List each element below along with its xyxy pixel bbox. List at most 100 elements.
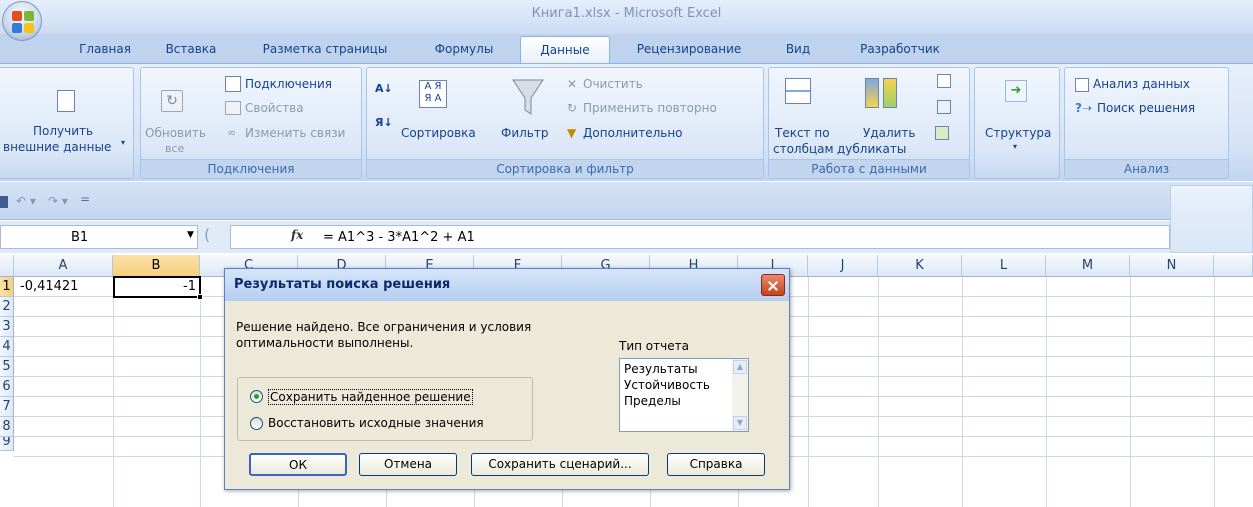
tab-insert[interactable]: Вставка: [154, 36, 228, 64]
outline-dropdown-icon: ▾: [1013, 142, 1018, 151]
report-item-results[interactable]: Результаты: [624, 362, 698, 376]
document-icon: [57, 90, 75, 112]
close-icon[interactable]: [761, 274, 785, 296]
connections-button[interactable]: Подключения: [245, 77, 332, 91]
scroll-down-icon[interactable]: ▼: [733, 416, 747, 430]
data-analysis-icon: [1075, 78, 1089, 92]
text-to-columns-icon: [785, 78, 811, 104]
restore-values-label[interactable]: Восстановить исходные значения: [268, 416, 484, 430]
report-type-list[interactable]: Результаты Устойчивость Пределы ▲ ▼: [619, 358, 749, 432]
save-scenario-button[interactable]: Сохранить сценарий...: [471, 453, 649, 476]
group-data-tools: Текст по столбцам Удалить дубликаты Рабо…: [768, 67, 970, 179]
sort-descending-icon[interactable]: Я↓: [375, 116, 393, 129]
grid-line: [962, 277, 963, 507]
sort-ascending-icon[interactable]: А↓: [375, 82, 393, 95]
remove-duplicates-line1[interactable]: Удалить: [863, 126, 916, 140]
report-list-scrollbar[interactable]: ▲ ▼: [732, 359, 748, 431]
consolidate-icon[interactable]: [937, 100, 951, 114]
report-item-sensitivity[interactable]: Устойчивость: [624, 378, 710, 392]
text-to-columns-line2[interactable]: столбцам: [773, 142, 834, 156]
reapply-icon: ↻: [567, 101, 578, 115]
tab-page-layout[interactable]: Разметка страницы: [250, 36, 400, 64]
group-label-connections: Подключения: [141, 159, 361, 178]
column-header-j[interactable]: J: [808, 255, 878, 277]
ok-button[interactable]: ОК: [249, 453, 347, 476]
column-header-k[interactable]: K: [878, 255, 962, 277]
remove-duplicates-line2[interactable]: дубликаты: [837, 142, 906, 156]
name-box-value: B1: [71, 230, 89, 245]
active-cell-b1[interactable]: -1: [113, 276, 203, 300]
row-header-7[interactable]: 7: [0, 397, 14, 417]
row-header-6[interactable]: 6: [0, 377, 14, 397]
data-validation-icon[interactable]: [937, 74, 951, 88]
tab-review[interactable]: Рецензирование: [624, 36, 754, 64]
get-external-data-line2[interactable]: внешние данные: [3, 140, 111, 154]
solver-button[interactable]: Поиск решения: [1097, 101, 1195, 115]
fill-handle[interactable]: [197, 294, 203, 300]
clear-button[interactable]: Очистить: [583, 77, 643, 91]
refresh-icon: ↻: [161, 90, 183, 112]
save-icon[interactable]: [0, 196, 8, 208]
ribbon: Получить внешние данные ▾ ↻ Обновить все…: [0, 63, 1253, 181]
tab-home[interactable]: Главная: [64, 36, 146, 64]
cancel-button[interactable]: Отмена: [359, 453, 457, 476]
remove-duplicates-icon-right: [883, 78, 897, 108]
what-if-analysis-icon[interactable]: [935, 126, 949, 140]
help-button[interactable]: Справка: [667, 453, 765, 476]
dialog-title-bar[interactable]: Результаты поиска решения: [225, 269, 789, 301]
grid-line: [113, 277, 114, 507]
restore-values-radio[interactable]: [250, 417, 263, 430]
group-label-sort-filter: Сортировка и фильтр: [367, 159, 763, 178]
keep-solution-radio[interactable]: [250, 390, 263, 403]
scroll-up-icon[interactable]: ▲: [733, 360, 747, 374]
undo-icon[interactable]: ↶ ▾: [16, 194, 36, 208]
data-analysis-button[interactable]: Анализ данных: [1093, 77, 1190, 91]
customize-qat-icon[interactable]: =: [80, 192, 90, 206]
solver-icon: ?➝: [1075, 101, 1093, 115]
outline-button[interactable]: Структура: [985, 126, 1051, 140]
tab-view[interactable]: Вид: [776, 36, 820, 64]
select-all-corner[interactable]: [0, 255, 14, 277]
row-header-3[interactable]: 3: [0, 317, 14, 337]
report-type-label: Тип отчета: [619, 339, 689, 353]
office-button[interactable]: [2, 1, 42, 41]
tab-data[interactable]: Данные: [520, 36, 610, 64]
fx-icon[interactable]: fx: [291, 228, 303, 242]
text-to-columns-line1[interactable]: Текст по: [775, 126, 830, 140]
formula-bar: B1 ▼ ( fx = A1^3 - 3*A1^2 + A1: [0, 185, 1253, 253]
formula-input[interactable]: fx = A1^3 - 3*A1^2 + A1: [230, 225, 1170, 249]
advanced-button[interactable]: Дополнительно: [583, 126, 683, 140]
get-external-data-line1[interactable]: Получить: [33, 124, 93, 138]
properties-button[interactable]: Свойства: [245, 101, 304, 115]
refresh-all-line2[interactable]: все: [165, 142, 184, 155]
filter-button[interactable]: Фильтр: [501, 126, 548, 140]
row-header-4[interactable]: 4: [0, 337, 14, 357]
sort-button[interactable]: Сортировка: [401, 126, 476, 140]
report-item-limits[interactable]: Пределы: [624, 394, 681, 408]
tab-developer[interactable]: Разработчик: [840, 36, 960, 64]
tab-formulas[interactable]: Формулы: [420, 36, 508, 64]
row-header-5[interactable]: 5: [0, 357, 14, 377]
column-header-o[interactable]: [1214, 255, 1253, 277]
column-header-l[interactable]: L: [962, 255, 1046, 277]
name-box[interactable]: B1 ▼: [0, 225, 198, 249]
refresh-all-line1[interactable]: Обновить: [145, 126, 206, 140]
reapply-button[interactable]: Применить повторно: [583, 101, 717, 115]
column-header-m[interactable]: M: [1046, 255, 1130, 277]
edit-links-button[interactable]: Изменить связи: [245, 126, 345, 140]
keep-solution-label[interactable]: Сохранить найденное решение: [268, 389, 473, 405]
column-header-n[interactable]: N: [1130, 255, 1214, 277]
name-box-dropdown-icon[interactable]: ▼: [187, 230, 194, 240]
group-sort-filter: А↓ Я↓ А ЯЯ А Сортировка Фильтр ✕ Очистит…: [366, 67, 764, 179]
group-outline: ➜ Структура ▾: [974, 67, 1060, 179]
column-header-a[interactable]: A: [14, 255, 113, 277]
cell-a1[interactable]: -0,41421: [20, 279, 78, 294]
row-header-1[interactable]: 1: [0, 277, 14, 297]
solver-results-dialog: Результаты поиска решения Решение найден…: [224, 268, 790, 490]
sort-dialog-icon: А ЯЯ А: [419, 80, 447, 108]
row-header-8[interactable]: 8: [0, 417, 14, 437]
row-header-9[interactable]: 9: [0, 437, 14, 451]
column-header-b[interactable]: B: [113, 255, 200, 277]
row-header-2[interactable]: 2: [0, 297, 14, 317]
redo-icon[interactable]: ↷ ▾: [48, 194, 68, 208]
